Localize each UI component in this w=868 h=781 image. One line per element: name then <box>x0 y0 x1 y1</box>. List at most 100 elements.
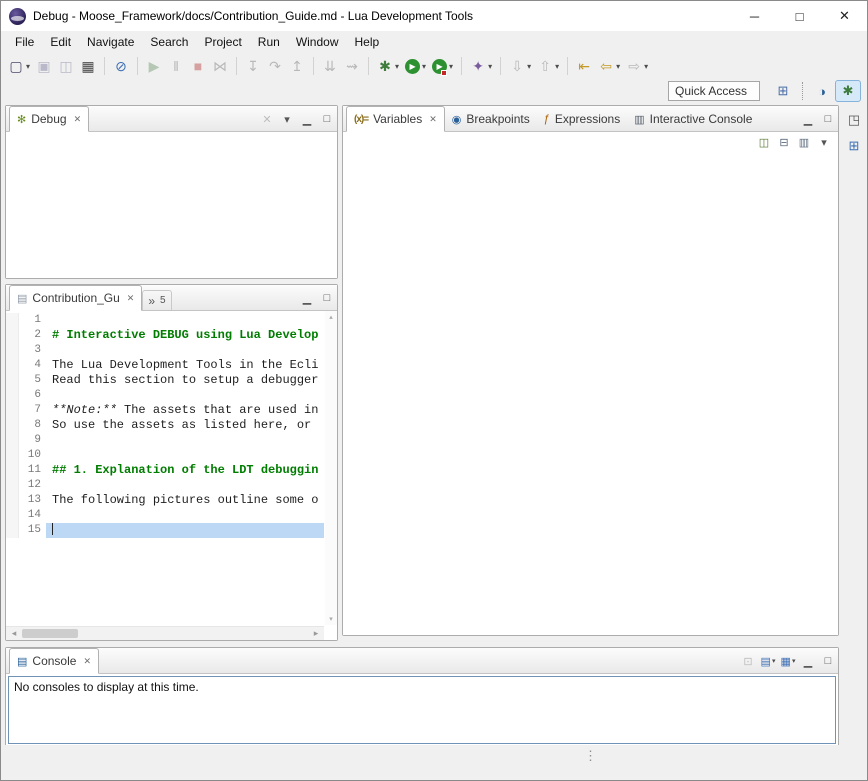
line-text[interactable] <box>46 388 324 403</box>
editor-line[interactable]: 5 Read this section to setup a debugger <box>6 373 324 388</box>
console-output-area[interactable]: No consoles to display at this time. <box>8 676 836 744</box>
dropdown-arrow-icon[interactable] <box>772 657 776 665</box>
annotation-ruler[interactable] <box>6 313 19 328</box>
line-text[interactable] <box>46 343 324 358</box>
open-console-button[interactable]: ▦ <box>779 651 797 671</box>
close-tab-icon[interactable]: ✕ <box>127 293 135 304</box>
line-number[interactable]: 2 <box>19 328 46 343</box>
show-logical-structures-button[interactable]: ◫ <box>755 132 773 152</box>
editor-line[interactable]: 12 <box>6 478 324 493</box>
back-button[interactable]: ⇦ <box>596 55 622 77</box>
close-window-button[interactable]: ✕ <box>822 1 867 31</box>
tab-contribution-guide[interactable]: ▤ Contribution_Gu ✕ <box>9 285 142 311</box>
annotation-ruler[interactable] <box>6 508 19 523</box>
collapse-all-button[interactable]: ⊟ <box>775 132 793 152</box>
dropdown-arrow-icon[interactable] <box>26 62 30 71</box>
remove-all-terminated-button[interactable]: ✕ <box>258 109 276 129</box>
dropdown-arrow-icon[interactable] <box>488 62 492 71</box>
line-text[interactable] <box>46 448 324 463</box>
editor-line[interactable]: 4 The Lua Development Tools in the Ecli <box>6 358 324 373</box>
minimize-window-button[interactable]: ─ <box>732 1 777 31</box>
tab-variables[interactable]: (x)= Variables ✕ <box>346 106 445 132</box>
annotation-ruler[interactable] <box>6 523 19 538</box>
last-edit-location-button[interactable]: ⇤ <box>574 55 594 77</box>
pin-console-button[interactable]: ⊡ <box>739 651 757 671</box>
annotation-ruler[interactable] <box>6 433 19 448</box>
editor-line[interactable]: 2 # Interactive DEBUG using Lua Develop <box>6 328 324 343</box>
annotation-ruler[interactable] <box>6 403 19 418</box>
save-button[interactable]: ▣ <box>34 55 54 77</box>
tab-debug[interactable]: ✻ Debug ✕ <box>9 106 89 132</box>
menu-item[interactable]: Project <box>196 31 249 53</box>
close-tab-icon[interactable]: ✕ <box>429 114 437 125</box>
line-number[interactable]: 14 <box>19 508 46 523</box>
editor-line[interactable]: 14 <box>6 508 324 523</box>
menu-item[interactable]: File <box>7 31 42 53</box>
annotation-ruler[interactable] <box>6 478 19 493</box>
editor-line[interactable]: 1 <box>6 313 324 328</box>
annotation-ruler[interactable] <box>6 388 19 403</box>
line-text[interactable] <box>46 313 324 328</box>
maximize-window-button[interactable]: □ <box>777 1 822 31</box>
line-text[interactable] <box>46 478 324 493</box>
scroll-right-icon[interactable]: ▸ <box>310 628 322 639</box>
line-text[interactable]: The Lua Development Tools in the Ecli <box>46 358 324 373</box>
minimized-view-button[interactable]: ⊞ <box>843 135 865 157</box>
line-text[interactable]: Read this section to setup a debugger <box>46 373 324 388</box>
dropdown-arrow-icon[interactable] <box>616 62 620 71</box>
editor-line[interactable]: 15 <box>6 523 324 538</box>
line-number[interactable]: 9 <box>19 433 46 448</box>
editor-line[interactable]: 7 **Note:** The assets that are used in <box>6 403 324 418</box>
skip-all-breakpoints-button[interactable]: ⊘ <box>111 55 131 77</box>
line-text[interactable] <box>46 523 324 538</box>
annotation-ruler[interactable] <box>6 493 19 508</box>
run-button[interactable]: ▶ <box>403 55 428 77</box>
dropdown-arrow-icon[interactable] <box>449 62 453 71</box>
dropdown-arrow-icon[interactable] <box>527 62 531 71</box>
annotation-ruler[interactable] <box>6 358 19 373</box>
disconnect-button[interactable]: ⋈ <box>210 55 230 77</box>
editor-line[interactable]: 6 <box>6 388 324 403</box>
previous-annotation-button[interactable]: ⇧ <box>535 55 561 77</box>
tab-console[interactable]: ▤ Console ✕ <box>9 648 99 674</box>
line-number[interactable]: 4 <box>19 358 46 373</box>
line-number[interactable]: 11 <box>19 463 46 478</box>
annotation-ruler[interactable] <box>6 463 19 478</box>
menu-item[interactable]: Help <box>347 31 388 53</box>
line-number[interactable]: 12 <box>19 478 46 493</box>
maximize-view-button[interactable]: □ <box>318 288 336 308</box>
editor-line[interactable]: 8 So use the assets as listed here, or <box>6 418 324 433</box>
editor-text-area[interactable]: 1 2 # Interactive DEBUG using Lua Develo… <box>6 311 324 625</box>
editor-line[interactable]: 3 <box>6 343 324 358</box>
maximize-view-button[interactable]: □ <box>318 109 336 129</box>
dropdown-arrow-icon[interactable] <box>422 62 426 71</box>
line-text[interactable] <box>46 508 324 523</box>
annotation-ruler[interactable] <box>6 418 19 433</box>
menu-item[interactable]: Navigate <box>79 31 142 53</box>
view-menu-icon[interactable]: ▾ <box>278 109 296 129</box>
quick-access-input[interactable]: Quick Access <box>668 81 760 101</box>
line-number[interactable]: 3 <box>19 343 46 358</box>
drop-to-frame-button[interactable]: ⇊ <box>320 55 340 77</box>
line-text[interactable]: **Note:** The assets that are used in <box>46 403 324 418</box>
columns-button[interactable]: ▥ <box>795 132 813 152</box>
menu-item[interactable]: Search <box>142 31 196 53</box>
editor-line[interactable]: 13 The following pictures outline some o <box>6 493 324 508</box>
menu-item[interactable]: Edit <box>42 31 79 53</box>
editor-line[interactable]: 10 <box>6 448 324 463</box>
dropdown-arrow-icon[interactable] <box>395 62 399 71</box>
hidden-editors-chevron[interactable]: »5 <box>142 290 171 310</box>
line-number[interactable]: 13 <box>19 493 46 508</box>
next-annotation-button[interactable]: ⇩ <box>507 55 533 77</box>
open-perspective-button[interactable]: ⊞ <box>770 80 796 102</box>
close-tab-icon[interactable]: ✕ <box>74 114 82 125</box>
minimize-view-button[interactable]: ▁ <box>799 651 817 671</box>
scroll-up-icon[interactable]: ▴ <box>329 313 333 321</box>
run-last-button[interactable]: ▶ <box>430 55 455 77</box>
resume-button[interactable]: ▶ <box>144 55 164 77</box>
maximize-view-button[interactable]: □ <box>819 109 837 129</box>
editor-line[interactable]: 11 ## 1. Explanation of the LDT debuggin <box>6 463 324 478</box>
menu-item[interactable]: Run <box>250 31 288 53</box>
maximize-view-button[interactable]: □ <box>819 651 837 671</box>
step-into-button[interactable]: ↧ <box>243 55 263 77</box>
